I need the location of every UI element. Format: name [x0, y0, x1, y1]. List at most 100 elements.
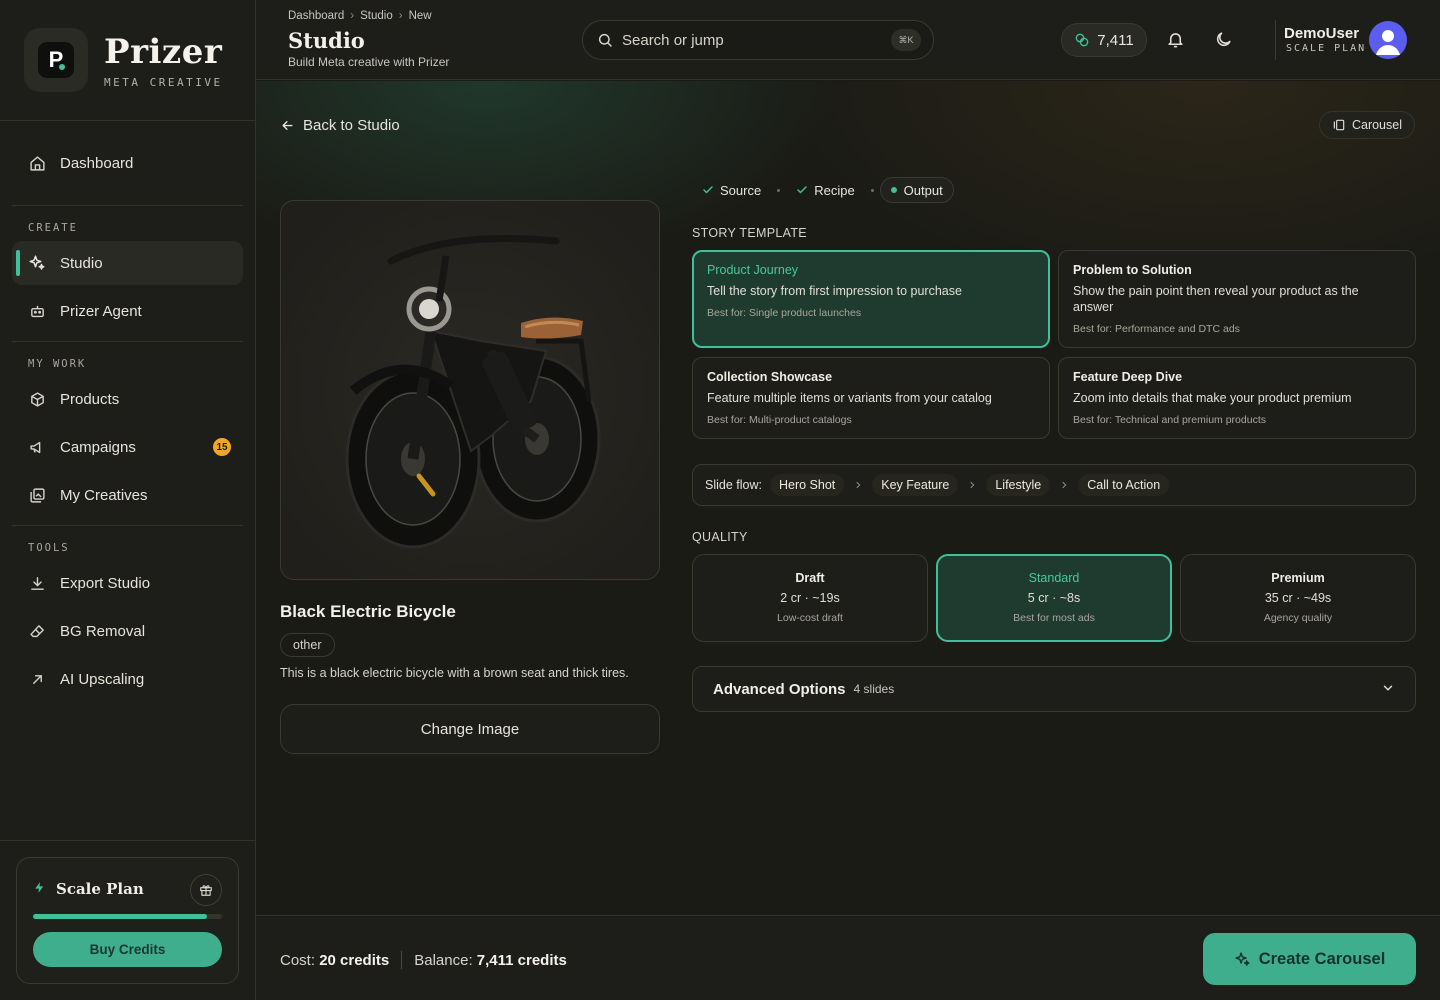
sidebar-item-label: Studio	[60, 254, 103, 272]
coins-icon	[1074, 32, 1090, 48]
advanced-title: Advanced Options	[713, 680, 846, 698]
quality-option-draft[interactable]: Draft 2 cr · ~19s Low-cost draft	[692, 554, 928, 642]
breadcrumb-item: New	[408, 10, 432, 22]
step-output[interactable]: Output	[879, 177, 954, 203]
template-description: Tell the story from first impression to …	[707, 284, 962, 298]
sidebar-item-products[interactable]: Products	[12, 377, 243, 421]
arrow-up-right-icon	[28, 670, 46, 688]
slide-step: Lifestyle	[986, 474, 1051, 496]
slide-step: Hero Shot	[769, 474, 845, 496]
gift-icon	[199, 883, 213, 897]
change-image-button[interactable]: Change Image	[280, 704, 660, 754]
sidebar-item-label: Products	[60, 390, 120, 408]
quality-cost: 5 cr · ~8s	[1027, 591, 1081, 605]
template-collection-showcase[interactable]: Collection Showcase Feature multiple ite…	[692, 357, 1050, 439]
footer-bar: Cost: 20 credits Balance: 7,411 credits …	[256, 915, 1440, 1000]
sidebar-item-label: Dashboard	[60, 154, 134, 172]
sidebar-item-label: AI Upscaling	[60, 670, 145, 688]
current-step-dot	[890, 187, 897, 193]
template-title: Problem to Solution	[1073, 263, 1192, 277]
gift-button[interactable]	[190, 874, 222, 906]
slide-flow: Slide flow: Hero Shot Key Feature Lifest…	[692, 464, 1416, 506]
search-input[interactable]: Search or jump ⌘K	[582, 20, 934, 60]
sidebar-item-campaigns[interactable]: Campaigns 15	[12, 425, 243, 469]
slide-flow-label: Slide flow:	[705, 478, 762, 492]
product-category-chip: other	[280, 633, 335, 657]
step-label: Output	[903, 182, 943, 198]
home-icon	[28, 154, 46, 172]
back-to-studio-link[interactable]: Back to Studio	[280, 117, 400, 134]
arrow-left-icon	[280, 118, 295, 133]
user-name[interactable]: DemoUser	[1284, 25, 1359, 42]
quality-label: QUALITY	[692, 530, 748, 544]
sparkles-icon	[1234, 951, 1251, 968]
balance-value: 7,411 credits	[476, 951, 567, 969]
sparkles-icon	[28, 254, 46, 272]
product-title: Black Electric Bicycle	[280, 602, 456, 621]
template-title: Collection Showcase	[707, 370, 833, 384]
chevron-right-icon: ›	[350, 10, 355, 22]
brand-name: Prizer	[104, 31, 223, 72]
wizard-steps: Source Recipe Output	[692, 177, 954, 203]
brand-logo: P	[24, 28, 88, 92]
sidebar-item-ai-upscaling[interactable]: AI Upscaling	[12, 657, 243, 701]
sidebar-item-label: Campaigns	[60, 438, 136, 456]
moon-icon	[1214, 30, 1233, 49]
template-description: Show the pain point then reveal your pro…	[1073, 284, 1359, 314]
brand[interactable]: P Prizer META CREATIVE	[24, 28, 223, 92]
template-title: Product Journey	[707, 263, 799, 277]
sidebar-item-dashboard[interactable]: Dashboard	[12, 141, 243, 185]
sidebar-item-export-studio[interactable]: Export Studio	[12, 561, 243, 605]
eraser-icon	[28, 622, 46, 640]
quality-note: Best for most ads	[1013, 612, 1095, 624]
campaigns-count-badge: 15	[213, 438, 231, 456]
template-problem-to-solution[interactable]: Problem to Solution Show the pain point …	[1058, 250, 1416, 348]
template-description: Feature multiple items or variants from …	[707, 391, 992, 405]
notifications-button[interactable]	[1164, 28, 1186, 50]
avatar[interactable]	[1369, 21, 1407, 59]
template-feature-deep-dive[interactable]: Feature Deep Dive Zoom into details that…	[1058, 357, 1416, 439]
check-icon	[796, 184, 808, 196]
quality-cost: 2 cr · ~19s	[780, 591, 840, 605]
sidebar-item-bg-removal[interactable]: BG Removal	[12, 609, 243, 653]
step-source[interactable]: Source	[692, 177, 771, 203]
quality-option-standard[interactable]: Standard 5 cr · ~8s Best for most ads	[936, 554, 1172, 642]
plan-card: Scale Plan Buy Credits	[16, 857, 239, 984]
gallery-icon	[28, 486, 46, 504]
quality-option-premium[interactable]: Premium 35 cr · ~49s Agency quality	[1180, 554, 1416, 642]
sidebar-item-prizer-agent[interactable]: Prizer Agent	[12, 289, 243, 333]
sidebar-item-my-creatives[interactable]: My Creatives	[12, 473, 243, 517]
template-best-for: Best for: Technical and premium products	[1073, 414, 1266, 426]
create-label: Create Carousel	[1258, 949, 1386, 968]
advanced-options-toggle[interactable]: Advanced Options 4 slides	[692, 666, 1416, 712]
format-chip[interactable]: Carousel	[1318, 111, 1415, 139]
breadcrumb-item[interactable]: Studio	[360, 10, 393, 22]
format-label: Carousel	[1351, 118, 1402, 132]
template-product-journey[interactable]: Product Journey Tell the story from firs…	[692, 250, 1050, 348]
robot-icon	[28, 302, 46, 320]
create-carousel-button[interactable]: Create Carousel	[1203, 933, 1416, 985]
quality-cost: 35 cr · ~49s	[1264, 591, 1332, 605]
chevron-right-icon: ›	[398, 10, 403, 22]
buy-credits-button[interactable]: Buy Credits	[33, 932, 222, 967]
search-placeholder: Search or jump	[622, 31, 724, 49]
product-image	[281, 201, 659, 579]
lightning-icon	[33, 880, 46, 898]
chevron-right-icon	[853, 480, 863, 490]
theme-toggle-button[interactable]	[1212, 28, 1234, 50]
page-title: Studio	[288, 28, 365, 53]
download-icon	[28, 574, 46, 592]
back-label: Back to Studio	[303, 117, 400, 134]
plan-progress-bar	[33, 914, 222, 919]
cost-value: 20 credits	[319, 951, 390, 969]
template-best-for: Best for: Performance and DTC ads	[1073, 323, 1240, 335]
product-image-card	[280, 200, 660, 580]
slide-step: Call to Action	[1078, 474, 1170, 496]
sidebar-item-studio[interactable]: Studio	[12, 241, 243, 285]
credits-balance-pill[interactable]: 7,411	[1061, 23, 1147, 57]
story-template-label: STORY TEMPLATE	[692, 226, 807, 240]
template-best-for: Best for: Single product launches	[707, 307, 862, 319]
breadcrumb-item[interactable]: Dashboard	[288, 10, 344, 22]
section-label-create: CREATE	[28, 222, 78, 234]
step-recipe[interactable]: Recipe	[786, 177, 864, 203]
